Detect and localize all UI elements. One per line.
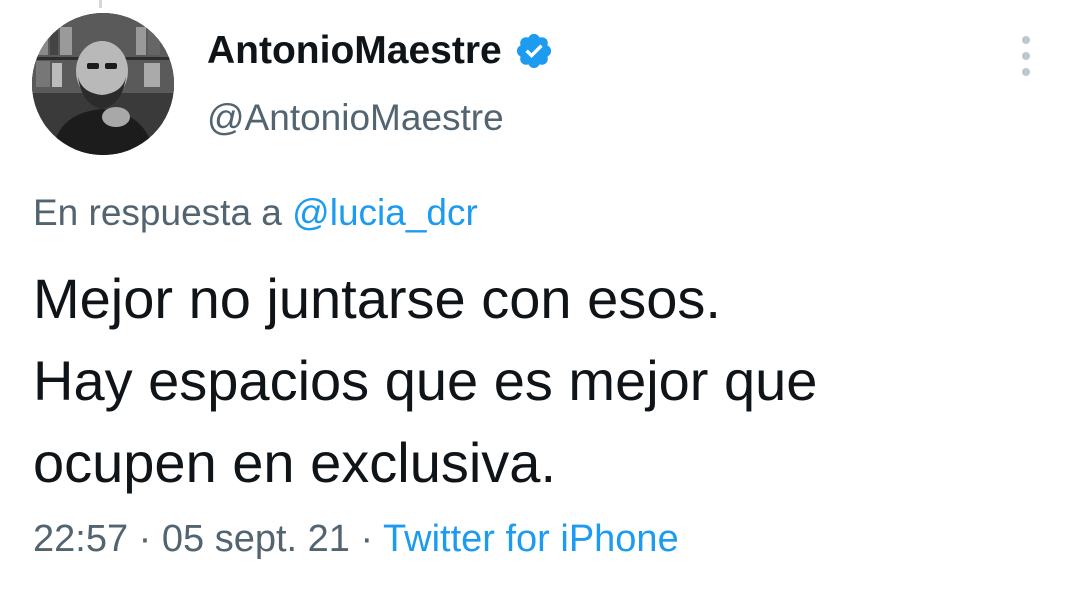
more-dot	[1022, 52, 1030, 60]
tweet-source-link[interactable]: Twitter for iPhone	[383, 518, 679, 560]
tweet-text-line: Hay espacios que es mejor que	[33, 349, 818, 412]
meta-separator: ·	[138, 518, 152, 560]
display-name[interactable]: AntonioMaestre	[207, 28, 502, 74]
verified-badge-icon	[516, 33, 551, 69]
thread-connector-line	[99, 0, 102, 8]
avatar[interactable]	[32, 13, 174, 155]
meta-separator: ·	[360, 518, 374, 560]
reply-context: En respuesta a @lucia_dcr	[33, 190, 478, 236]
tweet-date[interactable]: 05 sept. 21	[162, 518, 350, 560]
more-dot	[1022, 68, 1030, 76]
tweet-text-line: Mejor no juntarse con esos.	[33, 267, 721, 330]
reply-prefix: En respuesta a	[33, 192, 282, 233]
tweet-text-line: ocupen en exclusiva.	[33, 431, 557, 494]
more-vertical-icon[interactable]	[1016, 36, 1036, 76]
tweet-meta: 22:57 · 05 sept. 21 · Twitter for iPhone	[33, 515, 679, 563]
tweet-time[interactable]: 22:57	[33, 518, 128, 560]
avatar-photo	[32, 13, 174, 155]
tweet-text: Mejor no juntarse con esos. Hay espacios…	[33, 258, 1043, 504]
author-name-row: AntonioMaestre	[207, 28, 554, 74]
reply-mention-link[interactable]: @lucia_dcr	[292, 192, 478, 233]
tweet: AntonioMaestre @AntonioMaestre En respue…	[0, 0, 1078, 592]
more-dot	[1022, 36, 1030, 44]
author-handle[interactable]: @AntonioMaestre	[207, 95, 504, 141]
